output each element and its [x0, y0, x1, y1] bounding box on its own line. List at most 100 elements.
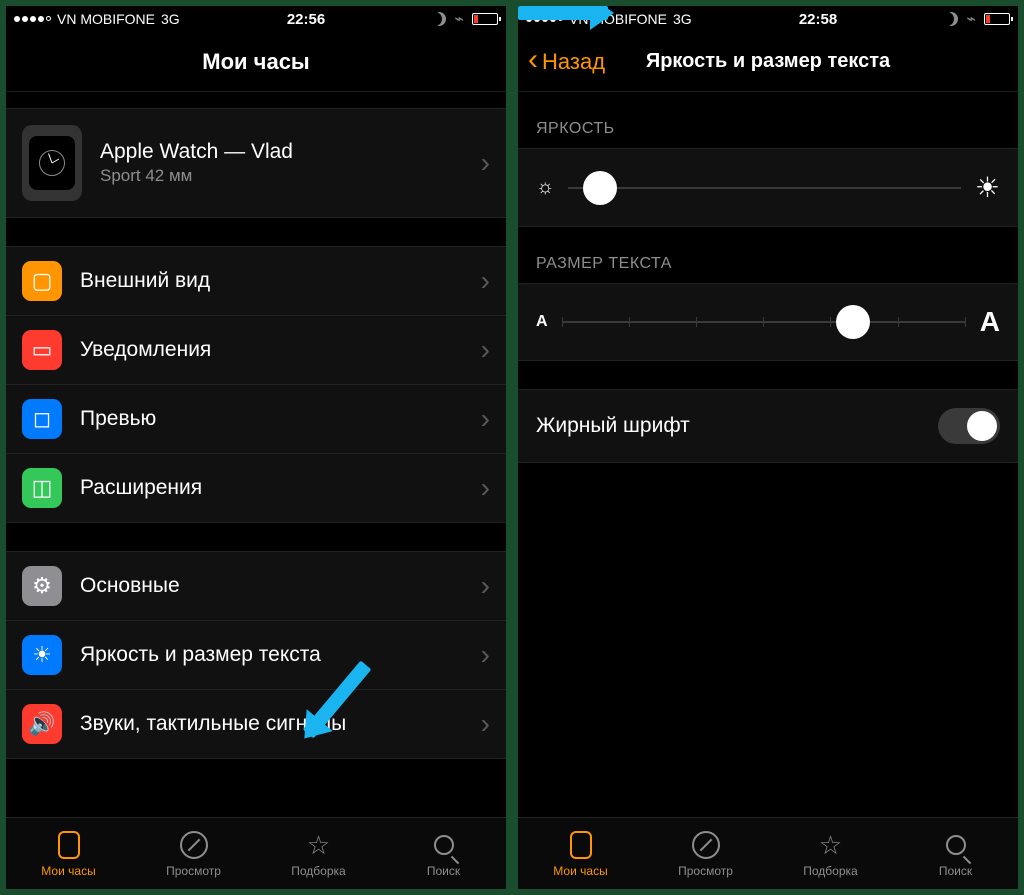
- nav-title: Яркость и размер текста: [646, 50, 890, 73]
- slider-knob[interactable]: [836, 305, 870, 339]
- device-card[interactable]: Apple Watch — Vlad Sport 42 мм ›: [6, 108, 506, 218]
- tab-label: Просмотр: [166, 864, 221, 878]
- toggle-knob: [967, 411, 997, 441]
- bluetooth-icon: ⌁: [454, 9, 464, 29]
- tab-label: Подборка: [291, 864, 345, 878]
- brightness-icon: ☀: [22, 635, 62, 675]
- brightness-slider[interactable]: [568, 187, 961, 189]
- tab-browse[interactable]: Просмотр: [643, 818, 768, 889]
- letter-large-icon: A: [980, 306, 1000, 338]
- tab-my-watch[interactable]: Мои часы: [6, 818, 131, 889]
- back-label: Назад: [542, 49, 605, 75]
- device-name: Apple Watch — Vlad: [100, 140, 463, 164]
- row-label: Яркость и размер текста: [80, 643, 463, 667]
- sun-large-icon: ☀: [975, 171, 1000, 204]
- star-icon: ☆: [304, 830, 334, 860]
- tab-browse[interactable]: Просмотр: [131, 818, 256, 889]
- bold-text-label: Жирный шрифт: [536, 414, 690, 438]
- settings-section-2: ⚙ Основные › ☀ Яркость и размер текста ›…: [6, 551, 506, 759]
- glances-icon: ◻: [22, 399, 62, 439]
- sounds-icon: 🔊: [22, 704, 62, 744]
- sun-small-icon: ☼: [536, 176, 554, 199]
- notifications-icon: ▭: [22, 330, 62, 370]
- tab-search[interactable]: Поиск: [893, 818, 1018, 889]
- tab-featured[interactable]: ☆ Подборка: [256, 818, 381, 889]
- network-label: 3G: [161, 11, 180, 27]
- extensions-icon: ◫: [22, 468, 62, 508]
- appearance-icon: ▢: [22, 261, 62, 301]
- textsize-header: РАЗМЕР ТЕКСТА: [518, 227, 1018, 283]
- row-label: Основные: [80, 574, 463, 598]
- status-bar: VN MOBIFONE 3G 22:56 ⌁: [6, 6, 506, 32]
- tab-featured[interactable]: ☆ Подборка: [768, 818, 893, 889]
- watch-icon: [570, 831, 592, 859]
- tab-label: Подборка: [803, 864, 857, 878]
- row-label: Уведомления: [80, 338, 463, 362]
- tab-bar: Мои часы Просмотр ☆ Подборка Поиск: [518, 817, 1018, 889]
- row-general[interactable]: ⚙ Основные ›: [6, 552, 506, 621]
- battery-icon: [984, 13, 1010, 25]
- tab-bar: Мои часы Просмотр ☆ Подборка Поиск: [6, 817, 506, 889]
- bold-text-toggle[interactable]: [938, 408, 1000, 444]
- star-icon: ☆: [816, 830, 846, 860]
- carrier-label: VN MOBIFONE: [57, 11, 155, 27]
- bold-text-row: Жирный шрифт: [518, 389, 1018, 463]
- bluetooth-icon: ⌁: [966, 9, 976, 29]
- signal-dots-icon: [14, 16, 51, 22]
- brightness-header: ЯРКОСТЬ: [518, 92, 1018, 148]
- nav-title: Мои часы: [202, 49, 309, 75]
- tab-label: Мои часы: [41, 864, 95, 878]
- tab-search[interactable]: Поиск: [381, 818, 506, 889]
- screen-my-watch: VN MOBIFONE 3G 22:56 ⌁ Мои часы Apple Wa…: [6, 6, 506, 889]
- chevron-right-icon: ›: [481, 147, 490, 179]
- chevron-right-icon: ›: [481, 708, 490, 740]
- do-not-disturb-icon: [944, 12, 958, 26]
- tab-label: Поиск: [939, 864, 972, 878]
- row-notifications[interactable]: ▭ Уведомления ›: [6, 316, 506, 385]
- tab-label: Поиск: [427, 864, 460, 878]
- network-label: 3G: [673, 11, 692, 27]
- clock-label: 22:58: [799, 11, 837, 28]
- row-label: Превью: [80, 407, 463, 431]
- chevron-right-icon: ›: [481, 472, 490, 504]
- slider-knob[interactable]: [583, 171, 617, 205]
- chevron-left-icon: ‹: [528, 45, 538, 75]
- general-icon: ⚙: [22, 566, 62, 606]
- textsize-slider-row: A A: [518, 283, 1018, 361]
- back-button[interactable]: ‹ Назад: [528, 49, 605, 75]
- search-icon: [946, 835, 966, 855]
- row-label: Расширения: [80, 476, 463, 500]
- tab-my-watch[interactable]: Мои часы: [518, 818, 643, 889]
- letter-small-icon: A: [536, 313, 548, 331]
- device-model: Sport 42 мм: [100, 166, 463, 186]
- row-sounds-haptics[interactable]: 🔊 Звуки, тактильные сигналы ›: [6, 690, 506, 758]
- chevron-right-icon: ›: [481, 639, 490, 671]
- row-extensions[interactable]: ◫ Расширения ›: [6, 454, 506, 522]
- row-glances[interactable]: ◻ Превью ›: [6, 385, 506, 454]
- tab-label: Просмотр: [678, 864, 733, 878]
- do-not-disturb-icon: [432, 12, 446, 26]
- settings-section-1: ▢ Внешний вид › ▭ Уведомления › ◻ Превью…: [6, 246, 506, 523]
- row-label: Звуки, тактильные сигналы: [80, 712, 463, 736]
- chevron-right-icon: ›: [481, 570, 490, 602]
- compass-icon: [692, 831, 720, 859]
- tab-label: Мои часы: [553, 864, 607, 878]
- chevron-right-icon: ›: [481, 403, 490, 435]
- row-label: Внешний вид: [80, 269, 463, 293]
- nav-bar: Мои часы: [6, 32, 506, 92]
- row-appearance[interactable]: ▢ Внешний вид ›: [6, 247, 506, 316]
- battery-icon: [472, 13, 498, 25]
- textsize-slider[interactable]: [562, 321, 966, 323]
- apple-watch-icon: [22, 125, 82, 201]
- search-icon: [434, 835, 454, 855]
- nav-bar: ‹ Назад Яркость и размер текста: [518, 32, 1018, 92]
- screen-brightness-text: VN MOBIFONE 3G 22:58 ⌁ ‹ Назад Яркость и…: [518, 6, 1018, 889]
- row-brightness-text[interactable]: ☀ Яркость и размер текста ›: [6, 621, 506, 690]
- brightness-slider-row: ☼ ☀: [518, 148, 1018, 227]
- chevron-right-icon: ›: [481, 334, 490, 366]
- chevron-right-icon: ›: [481, 265, 490, 297]
- compass-icon: [180, 831, 208, 859]
- watch-icon: [58, 831, 80, 859]
- annotation-arrow-icon: [518, 6, 608, 20]
- clock-label: 22:56: [287, 11, 325, 28]
